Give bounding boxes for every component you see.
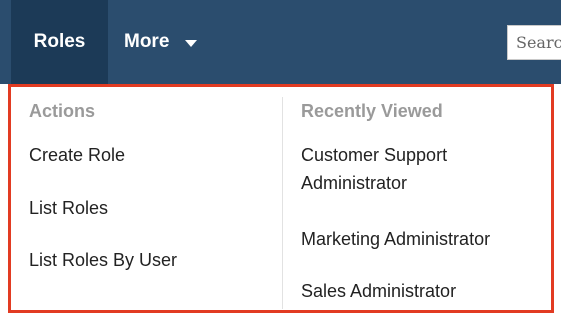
create-role-link[interactable]: Create Role xyxy=(29,141,125,169)
roles-dropdown-menu: Actions Create Role List Roles List Role… xyxy=(8,84,554,313)
navigation-bar: Roles More xyxy=(0,0,561,84)
list-roles-by-user-link[interactable]: List Roles By User xyxy=(29,246,177,274)
tab-more-label: More xyxy=(124,31,170,52)
tab-roles[interactable]: Roles xyxy=(11,0,108,84)
recently-viewed-header: Recently Viewed xyxy=(301,101,443,121)
actions-header: Actions xyxy=(29,101,96,121)
column-divider xyxy=(282,97,283,309)
recent-item-sales-administrator[interactable]: Sales Administrator xyxy=(301,277,456,305)
tab-more[interactable]: More xyxy=(124,0,198,84)
recent-item-customer-support-administrator[interactable]: Customer Support Administrator xyxy=(301,141,491,197)
list-roles-link[interactable]: List Roles xyxy=(29,194,108,222)
tab-roles-label: Roles xyxy=(33,31,86,52)
recent-item-marketing-administrator[interactable]: Marketing Administrator xyxy=(301,225,490,253)
caret-down-icon xyxy=(185,39,198,47)
search-input[interactable] xyxy=(507,25,561,60)
